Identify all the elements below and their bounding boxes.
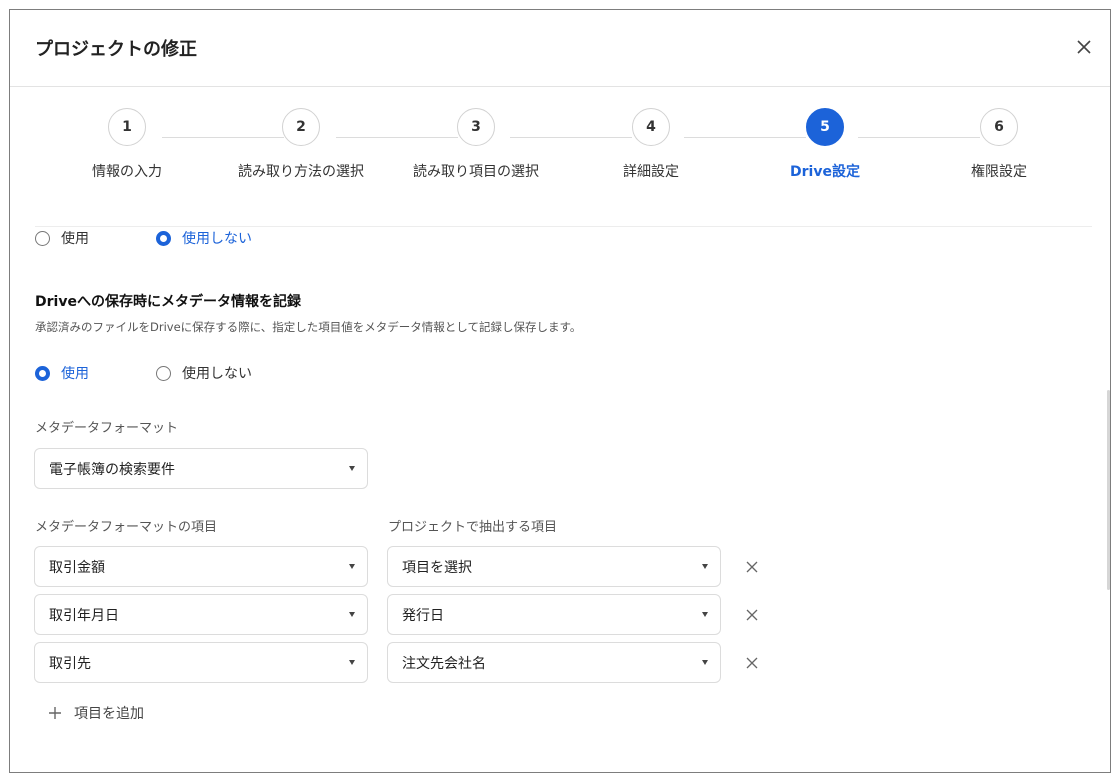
radio-button: [156, 365, 171, 381]
close-icon: [746, 561, 758, 573]
project-item-select[interactable]: 発行日: [387, 594, 721, 635]
stepper: 1 情報の入力 2 読み取り方法の選択 3 読み取り項目の選択 4 詳細設定 5…: [10, 108, 1110, 208]
caret-down-icon: [349, 660, 355, 665]
radio-button-checked: [35, 365, 50, 381]
metadata-format-select[interactable]: 電子帳簿の検索要件: [34, 448, 368, 489]
metadata-section-description: 承認済みのファイルをDriveに保存する際に、指定した項目値をメタデータ情報とし…: [35, 320, 582, 334]
step-label: Drive設定: [790, 164, 860, 180]
step-number: 6: [980, 108, 1018, 146]
add-item-button[interactable]: 項目を追加: [48, 703, 144, 723]
select-value: 取引年月日: [49, 607, 119, 624]
close-icon: [746, 657, 758, 669]
select-value: 取引金額: [49, 559, 105, 576]
scrollbar[interactable]: [1107, 390, 1110, 590]
step-5[interactable]: 5 Drive設定: [750, 108, 900, 181]
caret-down-icon: [702, 612, 708, 617]
select-value: 発行日: [402, 607, 444, 624]
format-items-column-label: メタデータフォーマットの項目: [35, 520, 218, 535]
radio-label: 使用しない: [182, 231, 252, 247]
step-number: 4: [632, 108, 670, 146]
add-item-label: 項目を追加: [74, 706, 144, 722]
remove-row-button[interactable]: [742, 557, 762, 577]
select-value: 電子帳簿の検索要件: [49, 461, 175, 478]
close-icon: [1077, 40, 1091, 54]
step-number: 2: [282, 108, 320, 146]
edit-project-dialog: プロジェクトの修正 1 情報の入力 2 読み取り方法の選択 3 読み取り項目の選…: [9, 9, 1111, 773]
step-3[interactable]: 3 読み取り項目の選択: [401, 108, 551, 181]
step-number: 3: [457, 108, 495, 146]
radio-use[interactable]: 使用: [35, 228, 89, 248]
metadata-format-label: メタデータフォーマット: [35, 421, 179, 436]
close-icon: [746, 609, 758, 621]
select-value: 注文先会社名: [402, 655, 486, 672]
project-items-column-label: プロジェクトで抽出する項目: [388, 520, 558, 535]
radio-label: 使用: [61, 231, 89, 247]
divider: [35, 226, 1092, 227]
radio-label: 使用しない: [182, 366, 252, 382]
metadata-section-title: Driveへの保存時にメタデータ情報を記録: [35, 294, 301, 310]
step-number: 5: [806, 108, 844, 146]
plus-icon: [48, 706, 62, 720]
radio-button: [35, 230, 50, 246]
radio-not-use[interactable]: 使用しない: [156, 228, 252, 248]
radio-button-checked: [156, 230, 171, 246]
radio-use[interactable]: 使用: [35, 363, 89, 383]
step-label: 読み取り項目の選択: [413, 164, 539, 180]
dialog-header: プロジェクトの修正: [10, 10, 1110, 87]
dialog-title: プロジェクトの修正: [35, 39, 197, 60]
step-label: 詳細設定: [623, 164, 679, 180]
caret-down-icon: [702, 660, 708, 665]
close-button[interactable]: [1072, 35, 1096, 59]
select-value: 取引先: [49, 655, 91, 672]
project-item-select[interactable]: 項目を選択: [387, 546, 721, 587]
step-label: 読み取り方法の選択: [238, 164, 364, 180]
step-6[interactable]: 6 権限設定: [924, 108, 1074, 181]
remove-row-button[interactable]: [742, 605, 762, 625]
project-item-select[interactable]: 注文先会社名: [387, 642, 721, 683]
step-4[interactable]: 4 詳細設定: [576, 108, 726, 181]
step-1[interactable]: 1 情報の入力: [52, 108, 202, 181]
radio-not-use[interactable]: 使用しない: [156, 363, 252, 383]
format-item-select[interactable]: 取引先: [34, 642, 368, 683]
caret-down-icon: [702, 564, 708, 569]
remove-row-button[interactable]: [742, 653, 762, 673]
drive-save-radio-group: 使用 使用しない: [35, 228, 252, 248]
step-label: 情報の入力: [92, 164, 162, 180]
step-label: 権限設定: [971, 164, 1027, 180]
select-value: 項目を選択: [402, 559, 472, 576]
caret-down-icon: [349, 612, 355, 617]
format-item-select[interactable]: 取引金額: [34, 546, 368, 587]
caret-down-icon: [349, 564, 355, 569]
radio-label: 使用: [61, 366, 89, 382]
step-2[interactable]: 2 読み取り方法の選択: [226, 108, 376, 181]
step-number: 1: [108, 108, 146, 146]
metadata-radio-group: 使用 使用しない: [35, 363, 252, 383]
format-item-select[interactable]: 取引年月日: [34, 594, 368, 635]
caret-down-icon: [349, 466, 355, 471]
